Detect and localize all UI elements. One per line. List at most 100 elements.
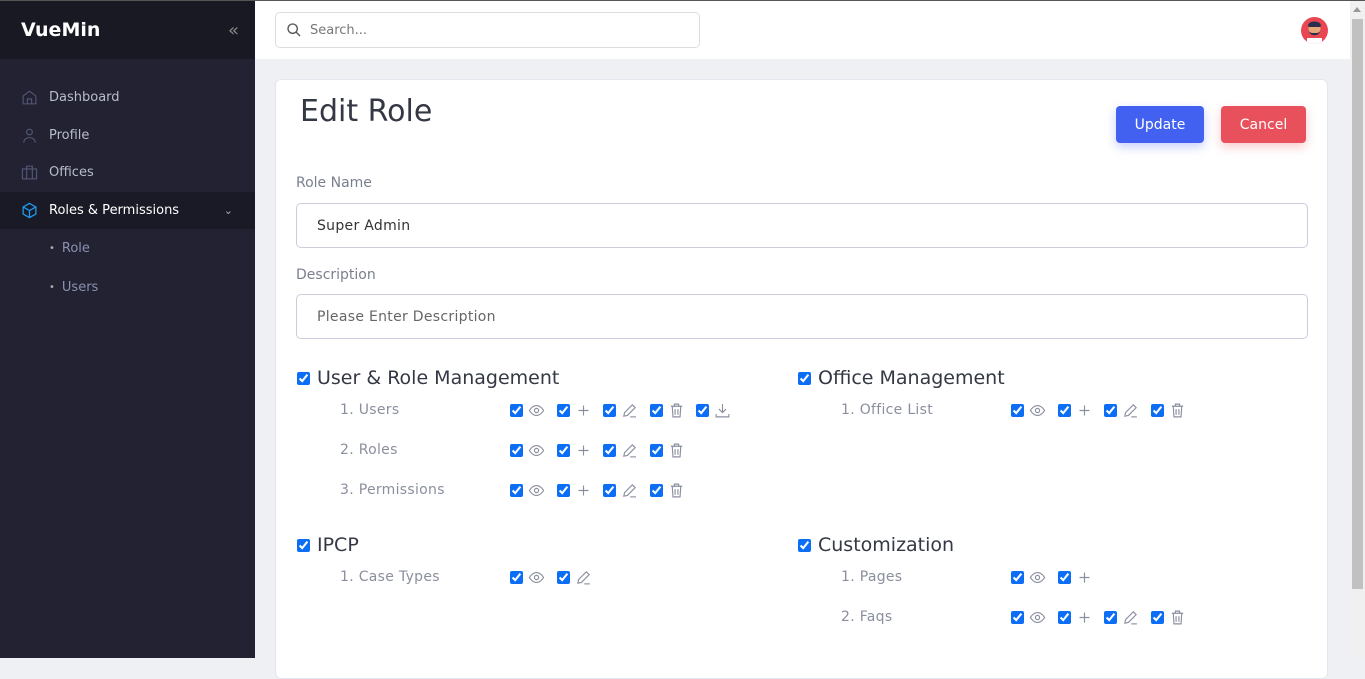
permission-eye[interactable] — [510, 482, 557, 499]
edit-role-card: Edit Role Update Cancel Role Name Descri… — [275, 79, 1328, 679]
permission-trash[interactable] — [1150, 609, 1198, 626]
avatar[interactable] — [1301, 17, 1328, 44]
permission-eye[interactable] — [1011, 609, 1058, 626]
plus-icon — [1079, 612, 1089, 622]
permission-item-name: 1. Pages — [841, 569, 903, 585]
sidebar-item-offices[interactable]: Offices — [0, 154, 255, 192]
permission-plus[interactable] — [1057, 609, 1105, 626]
permission-pencil[interactable] — [603, 402, 650, 419]
permission-checkbox[interactable] — [1150, 610, 1164, 624]
permission-checkbox[interactable] — [510, 483, 523, 497]
permission-group: IPCP 1. Case Types — [297, 533, 797, 597]
permission-checkbox[interactable] — [556, 443, 570, 457]
scroll-up-arrow-icon[interactable] — [1353, 7, 1361, 12]
sidebar-item-label: Offices — [49, 165, 94, 181]
permission-checkbox[interactable] — [1057, 403, 1071, 417]
sidebar-subitem-label: Users — [61, 280, 99, 295]
search-input[interactable] — [310, 22, 690, 38]
permission-item-name: 3. Permissions — [340, 482, 445, 498]
permission-eye[interactable] — [1011, 402, 1058, 419]
permission-trash[interactable] — [649, 482, 697, 499]
permission-group: Office Management 1. Office List — [798, 366, 1298, 430]
permission-pencil[interactable] — [603, 482, 650, 499]
sidebar: VueMin « Dashboard Profile Offices Roles… — [0, 1, 255, 658]
trash-icon — [670, 443, 682, 457]
permission-checkbox[interactable] — [603, 403, 616, 417]
group-title: User & Role Management — [317, 367, 560, 389]
permission-pencil[interactable] — [603, 442, 650, 459]
sidebar-subitem-users[interactable]: • Users — [0, 268, 255, 307]
permission-actions — [510, 482, 696, 499]
permission-eye[interactable] — [1011, 569, 1058, 586]
plus-icon — [578, 405, 588, 415]
permission-row: 2. Roles — [297, 430, 797, 470]
permission-checkbox[interactable] — [1057, 610, 1071, 624]
group-checkbox[interactable] — [297, 538, 310, 552]
role-name-input[interactable] — [296, 203, 1308, 248]
permission-checkbox[interactable] — [649, 483, 663, 497]
permission-checkbox[interactable] — [1011, 403, 1024, 417]
permission-trash[interactable] — [649, 442, 697, 459]
sidebar-subitem-role[interactable]: • Role — [0, 229, 255, 268]
scrollbar-thumb[interactable] — [1352, 19, 1363, 589]
permission-download[interactable] — [696, 402, 743, 419]
permission-eye[interactable] — [510, 442, 557, 459]
permission-checkbox[interactable] — [649, 403, 663, 417]
pencil-icon — [623, 443, 636, 457]
permission-checkbox[interactable] — [649, 443, 663, 457]
permission-trash[interactable] — [1150, 402, 1198, 419]
plus-icon — [578, 485, 588, 495]
permission-checkbox[interactable] — [1104, 403, 1117, 417]
permission-checkbox[interactable] — [510, 570, 523, 584]
collapse-sidebar-icon[interactable]: « — [228, 20, 239, 41]
sidebar-item-profile[interactable]: Profile — [0, 117, 255, 155]
permission-plus[interactable] — [556, 442, 604, 459]
permission-plus[interactable] — [1057, 569, 1105, 586]
update-button[interactable]: Update — [1116, 106, 1204, 143]
permission-pencil[interactable] — [556, 569, 604, 586]
sidebar-item-dashboard[interactable]: Dashboard — [0, 79, 255, 117]
trash-icon — [670, 483, 682, 497]
group-header: IPCP — [297, 533, 797, 557]
permission-checkbox[interactable] — [556, 483, 570, 497]
sidebar-item-label: Roles & Permissions — [49, 202, 180, 218]
permission-pencil[interactable] — [1104, 402, 1151, 419]
permission-plus[interactable] — [556, 402, 604, 419]
permission-eye[interactable] — [510, 569, 557, 586]
group-checkbox[interactable] — [798, 538, 811, 552]
permission-checkbox[interactable] — [696, 403, 709, 417]
group-header: User & Role Management — [297, 366, 797, 390]
description-input[interactable] — [296, 294, 1308, 339]
cancel-button[interactable]: Cancel — [1221, 106, 1306, 143]
permission-checkbox[interactable] — [510, 443, 523, 457]
trash-icon — [1171, 403, 1183, 417]
permission-checkbox[interactable] — [603, 483, 616, 497]
group-title: Customization — [818, 534, 955, 556]
permission-actions — [1011, 569, 1104, 586]
permission-row: 1. Office List — [798, 390, 1298, 430]
scrollbar[interactable] — [1350, 1, 1365, 658]
permission-plus[interactable] — [1057, 402, 1105, 419]
permission-checkbox[interactable] — [1057, 570, 1071, 584]
sidebar-item-roles-permissions[interactable]: Roles & Permissions ⌄ — [0, 191, 255, 229]
home-icon — [22, 90, 37, 105]
group-checkbox[interactable] — [798, 371, 811, 385]
permission-checkbox[interactable] — [1011, 610, 1024, 624]
eye-icon — [1029, 571, 1046, 583]
permission-checkbox[interactable] — [510, 403, 523, 417]
plus-icon — [1079, 572, 1089, 582]
permission-row: 3. Permissions — [297, 470, 797, 510]
permission-checkbox[interactable] — [603, 443, 616, 457]
permission-plus[interactable] — [556, 482, 604, 499]
permission-eye[interactable] — [510, 402, 557, 419]
permission-checkbox[interactable] — [1011, 570, 1024, 584]
search-icon — [287, 23, 301, 37]
permission-checkbox[interactable] — [1150, 403, 1164, 417]
permission-checkbox[interactable] — [556, 570, 570, 584]
permission-trash[interactable] — [649, 402, 697, 419]
permission-checkbox[interactable] — [1104, 610, 1117, 624]
permission-checkbox[interactable] — [556, 403, 570, 417]
permission-pencil[interactable] — [1104, 609, 1151, 626]
group-checkbox[interactable] — [297, 371, 310, 385]
permission-actions — [510, 442, 696, 459]
